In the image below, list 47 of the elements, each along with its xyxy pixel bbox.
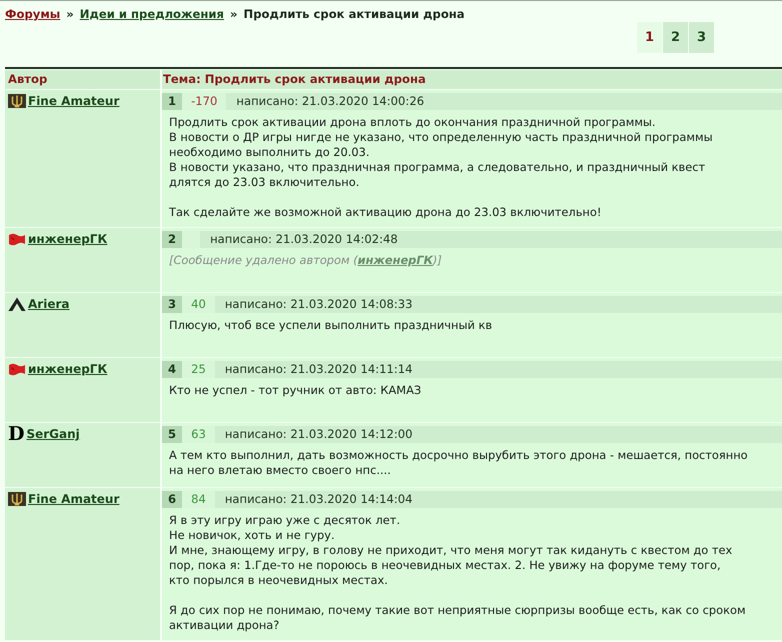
post-rating: 25 [182,361,215,378]
trident-emblem-icon [8,492,26,506]
post-date: написано: 21.03.2020 14:08:33 [224,296,413,313]
post-date: написано: 21.03.2020 14:12:00 [224,426,413,443]
post-date: написано: 21.03.2020 14:11:14 [224,361,413,378]
post-text: Кто не успел - тот ручник от авто: КАМАЗ [169,383,422,398]
post-number[interactable]: 5 [162,426,182,443]
post-rating: 84 [182,491,215,508]
column-header: Автор [5,70,160,89]
post-rating: 40 [182,296,215,313]
post-number[interactable]: 2 [162,231,182,248]
flag-icon [8,362,26,376]
chevron-logo-icon [8,297,26,311]
post-rating: -170 [182,93,226,110]
trident-emblem-icon [8,94,26,108]
author-link[interactable]: SerGanj [26,427,80,442]
post-text: Я до сих пор не понимаю, почему такие вот неприятные сюрпризы вообще есть, как со сроком активации дрона? [169,603,747,633]
author-link[interactable]: инженерГК [28,362,108,377]
post-date: написано: 21.03.2020 14:02:48 [210,231,398,248]
page-link[interactable]: 1 [637,22,662,53]
flag-icon [8,232,26,246]
post-date: написано: 21.03.2020 14:00:26 [236,93,424,110]
post-text: Я в эту игру играю уже с десяток лет. Не новичок, хоть и не гуру. И мне, знающему игру, в голову не приходит, что меня могут так кидануть с квестом до тех пор, пока я: 1.Где-то не пороюсь в неочевидных местах. 2. Не увижу на форуме тему того, кто порылся в неочевидных местах. [169,513,734,588]
column-header: Тема: Продлить срок активации дрона [162,70,782,89]
post-rating: 63 [182,426,215,443]
breadcrumb-separator: » [230,7,238,21]
author-link[interactable]: Fine Amateur [28,492,120,507]
breadcrumb-separator: » [66,7,74,21]
author-link[interactable]: Fine Amateur [28,94,120,109]
breadcrumb-link[interactable]: Идеи и предложения [80,7,224,21]
author-link[interactable]: Ariera [28,297,70,312]
post-date: написано: 21.03.2020 14:14:04 [224,491,413,508]
post-text: Плюсую, чтоб все успели выполнить праздничный кв [169,318,494,333]
post-text: Продлить срок активации дрона вплоть до окончания праздничной программы. В новости о ДР игры нигде не указано, что определенную часть праздничной программы необходимо выполнить до 20.03. В новости указано, что праздничная программа, а следовательно, и праздничный квест длятся до 23.03 включительно. [169,115,714,190]
clan-letter-emblem: D [8,427,24,442]
post-number[interactable]: 3 [162,296,182,313]
page-link[interactable]: 3 [689,22,714,53]
breadcrumb-link[interactable]: Форумы [5,7,60,21]
deleted-notice: [Сообщение удалено автором (инженерГК)] [169,253,443,268]
author-link[interactable]: инженерГК [28,232,108,247]
post-number[interactable]: 1 [162,93,182,110]
breadcrumb-current: Продлить срок активации дрона [244,7,465,21]
post-text: Так сделайте же возможной активацию дрона до 23.03 включительно! [169,205,602,220]
post-number[interactable]: 6 [162,491,182,508]
post-text: А тем кто выполнил, дать возможность досрочно вырубить этого дрона - мешается, постоянно на него влетаю вместо своего нпс.... [169,448,749,478]
page-link[interactable]: 2 [663,22,688,53]
post-number[interactable]: 4 [162,361,182,378]
